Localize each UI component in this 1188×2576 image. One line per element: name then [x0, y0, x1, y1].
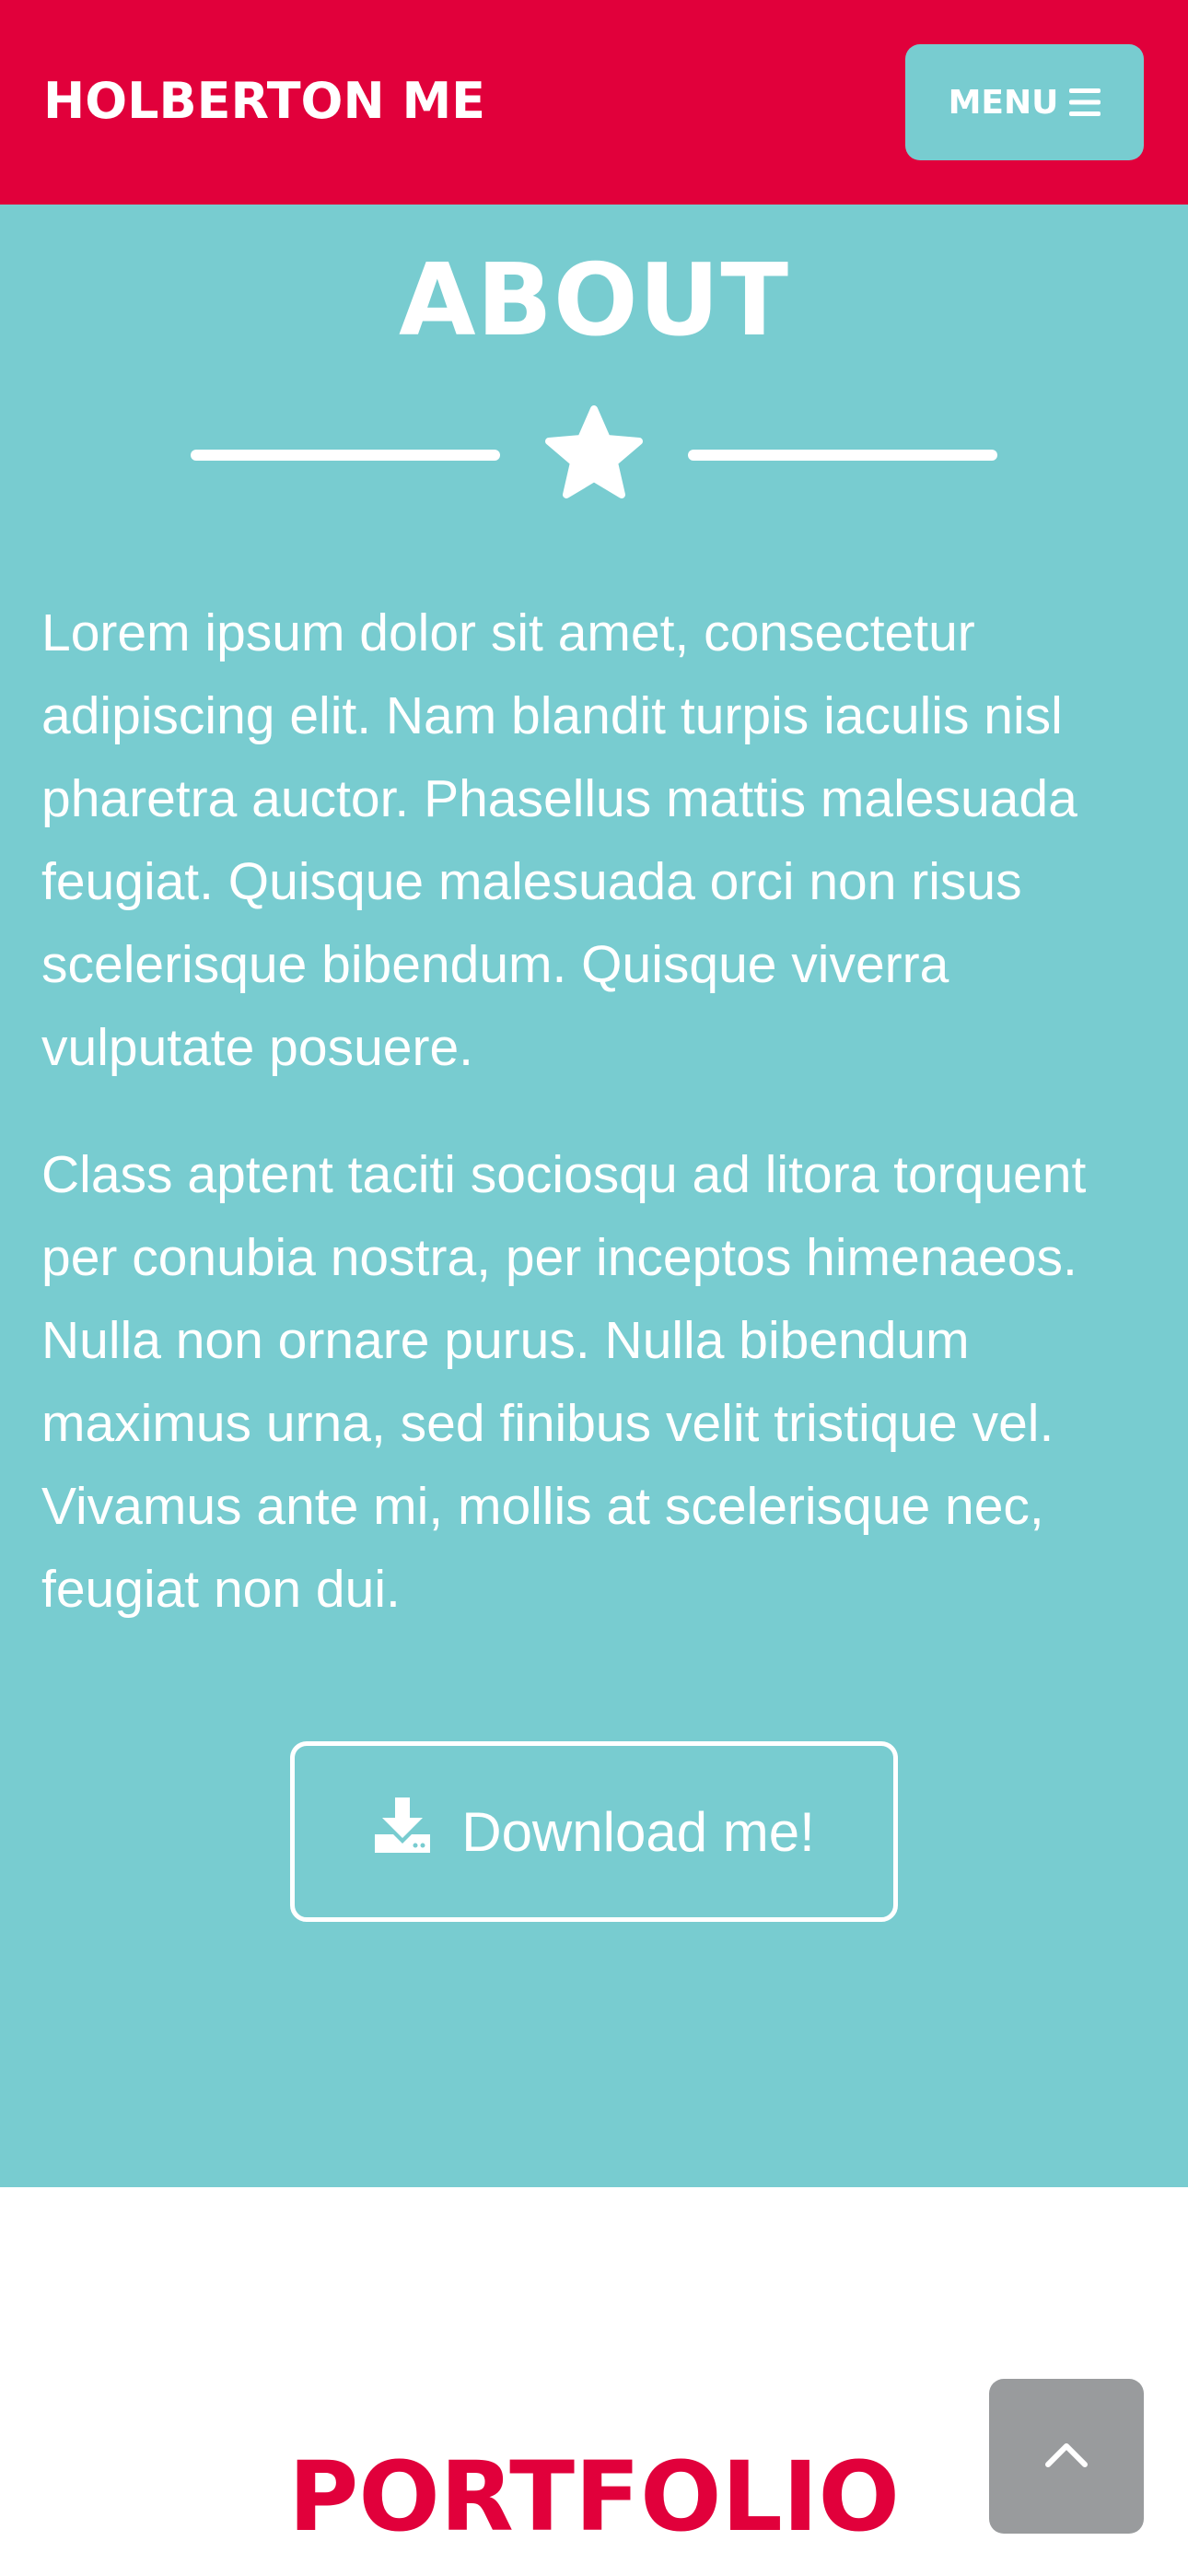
about-title: ABOUT — [398, 243, 790, 358]
menu-label: MENU — [948, 83, 1059, 122]
star-icon — [543, 405, 645, 503]
download-icon — [373, 1797, 432, 1866]
about-paragraph-1: Lorem ipsum dolor sit amet, consectetur … — [41, 603, 1077, 1077]
about-section: ABOUT Lorem ipsum dolor sit amet, consec… — [0, 205, 1188, 2187]
download-label: Download me! — [461, 1800, 815, 1863]
divider-line-right — [688, 450, 997, 461]
divider-line-left — [191, 450, 500, 461]
navbar: HOLBERTON ME MENU — [0, 0, 1188, 205]
menu-button[interactable]: MENU — [905, 44, 1144, 160]
chevron-up-icon — [1044, 2441, 1089, 2473]
scroll-to-top-button[interactable] — [989, 2379, 1144, 2534]
brand-logo-link[interactable]: HOLBERTON ME — [43, 64, 485, 138]
download-button[interactable]: Download me! — [290, 1741, 898, 1922]
about-paragraph-2: Class aptent taciti sociosqu ad litora t… — [41, 1145, 1087, 1619]
hamburger-icon — [1069, 88, 1101, 116]
